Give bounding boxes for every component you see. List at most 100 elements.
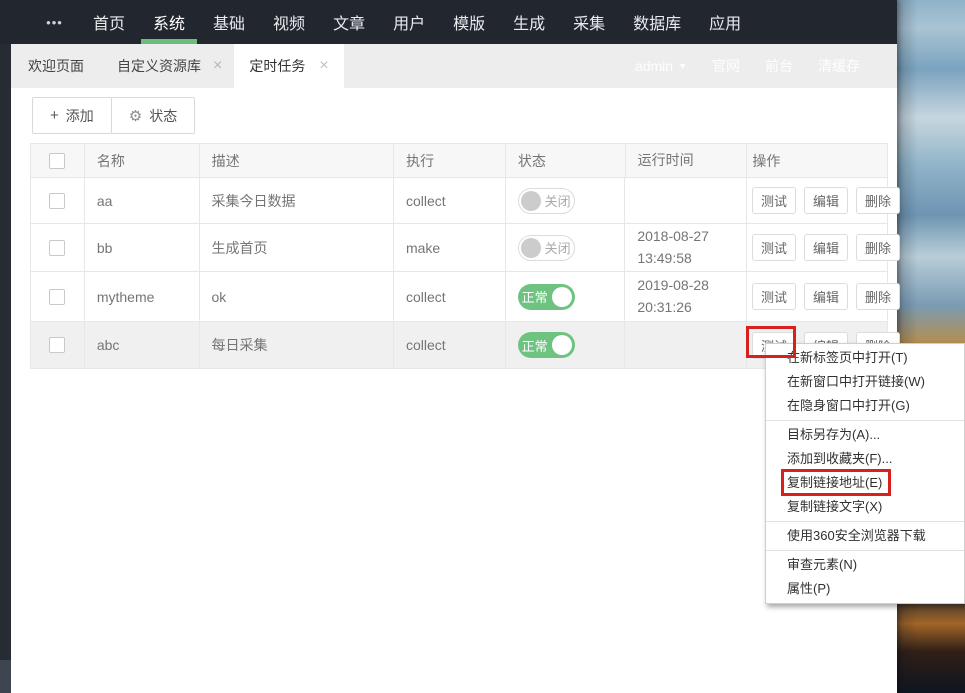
nav-item-user[interactable]: 用户 [379, 0, 439, 44]
menu-item-save-target-as[interactable]: 目标另存为(A)... [766, 423, 964, 447]
col-header-exec: 执行 [393, 144, 505, 177]
nav-item-home[interactable]: 首页 [79, 0, 139, 44]
tab-label: 定时任务 [249, 58, 306, 74]
task-runtime [624, 178, 746, 223]
menu-item-open-new-tab[interactable]: 在新标签页中打开(T) [766, 346, 964, 370]
task-exec: make [392, 224, 505, 271]
test-button[interactable]: 测试 [752, 283, 797, 310]
menu-item-open-incognito[interactable]: 在隐身窗口中打开(G) [766, 394, 964, 418]
menu-item-copy-link-address[interactable]: 复制链接地址(E) [766, 471, 964, 495]
task-runtime: 2018-08-27 13:49:58 [624, 224, 746, 271]
col-header-runtime: 运行时间 [624, 144, 747, 177]
tab-custom-resource-lib[interactable]: 自定义资源库 × [101, 44, 234, 88]
close-icon[interactable]: × [319, 58, 328, 74]
menu-separator [766, 420, 964, 421]
top-navbar: ••• 首页 系统 基础 视频 文章 用户 模版 生成 采集 数据库 应用 [0, 0, 897, 44]
toggle-label: 关闭 [544, 241, 571, 256]
tasks-table: 名称 描述 执行 状态 运行时间 操作 aa 采集今日数据 collect 关闭 [30, 143, 901, 369]
menu-item-copy-link-text[interactable]: 复制链接文字(X) [766, 495, 964, 519]
task-exec: collect [392, 272, 505, 321]
col-header-name: 名称 [83, 144, 199, 177]
task-runtime: 2019-08-28 20:31:26 [624, 272, 746, 321]
tab-label: 自定义资源库 [117, 58, 201, 74]
col-header-actions: 操作 [746, 144, 887, 177]
menu-item-inspect-element[interactable]: 审查元素(N) [766, 553, 964, 577]
task-desc: ok [198, 272, 393, 321]
toggle-knob [551, 286, 572, 307]
toggle-knob [551, 335, 572, 355]
menu-item-open-new-window[interactable]: 在新窗口中打开链接(W) [766, 370, 964, 394]
tab-welcome-page[interactable]: 欢迎页面 [11, 44, 101, 88]
task-exec: collect [392, 322, 505, 368]
browser-window: ••• 首页 系统 基础 视频 文章 用户 模版 生成 采集 数据库 应用 欢迎… [0, 0, 901, 693]
menu-separator [766, 521, 964, 522]
nav-more-button[interactable]: ••• [30, 0, 79, 44]
toggle-label: 正常 [521, 290, 548, 305]
col-header-status: 状态 [504, 144, 625, 177]
add-button[interactable]: + 添加 [32, 97, 112, 134]
nav-item-app[interactable]: 应用 [695, 0, 755, 44]
status-button-label: 状态 [149, 107, 178, 124]
plus-icon: + [50, 107, 59, 124]
tab-scheduled-tasks[interactable]: 定时任务 × [234, 44, 344, 88]
test-button[interactable]: 测试 [752, 187, 797, 214]
nav-item-system[interactable]: 系统 [139, 0, 199, 44]
nav-item-template[interactable]: 模版 [439, 0, 499, 44]
test-button[interactable]: 测试 [752, 234, 797, 261]
status-toggle-on[interactable]: 正常 [517, 332, 575, 358]
task-name: mytheme [83, 272, 199, 321]
edit-button[interactable]: 编辑 [804, 234, 849, 261]
task-name: aa [83, 178, 199, 223]
nav-item-article[interactable]: 文章 [319, 0, 379, 44]
collapsed-sidebar[interactable] [0, 44, 11, 693]
nav-item-video[interactable]: 视频 [259, 0, 319, 44]
menu-item-add-to-favorites[interactable]: 添加到收藏夹(F)... [766, 447, 964, 471]
link-front-site[interactable]: 前台 [765, 56, 793, 76]
link-official-site[interactable]: 官网 [712, 56, 740, 76]
gear-icon: ⚙ [128, 107, 143, 125]
username: admin [634, 58, 674, 74]
menu-item-download-with-360[interactable]: 使用360安全浏览器下载 [766, 524, 964, 548]
status-toggle-off[interactable]: 关闭 [517, 187, 575, 214]
nav-item-database[interactable]: 数据库 [619, 0, 695, 44]
edit-button[interactable]: 编辑 [804, 283, 849, 310]
add-button-label: 添加 [65, 107, 94, 124]
task-desc: 每日采集 [198, 322, 393, 368]
delete-button[interactable]: 删除 [856, 234, 901, 261]
toggle-label: 关闭 [544, 194, 571, 209]
status-button[interactable]: ⚙ 状态 [110, 97, 196, 134]
task-desc: 生成首页 [198, 224, 393, 271]
nav-item-collect[interactable]: 采集 [559, 0, 619, 44]
sidebar-collapse-handle[interactable] [0, 660, 11, 693]
toggle-label: 正常 [521, 338, 548, 354]
delete-button[interactable]: 删除 [856, 187, 901, 214]
status-toggle-on[interactable]: 正常 [517, 283, 575, 310]
status-toggle-off[interactable]: 关闭 [517, 234, 575, 261]
close-icon[interactable]: × [213, 58, 222, 74]
row-checkbox[interactable] [49, 192, 66, 209]
table-row: abc 每日采集 collect 正常 测试 编辑 删除 [31, 321, 901, 368]
link-clear-cache[interactable]: 清缓存 [818, 56, 860, 76]
row-checkbox[interactable] [49, 288, 66, 305]
table-header-row: 名称 描述 执行 状态 运行时间 操作 [31, 144, 887, 177]
menu-item-properties[interactable]: 属性(P) [766, 577, 964, 601]
context-menu: 在新标签页中打开(T) 在新窗口中打开链接(W) 在隐身窗口中打开(G) 目标另… [765, 343, 965, 604]
tab-label: 欢迎页面 [28, 58, 84, 74]
user-menu[interactable]: admin ▼ [635, 58, 687, 74]
edit-button[interactable]: 编辑 [804, 187, 849, 214]
task-desc: 采集今日数据 [198, 178, 393, 223]
task-runtime [624, 322, 746, 368]
toggle-knob [520, 237, 541, 258]
nav-item-basic[interactable]: 基础 [199, 0, 259, 44]
table-row: aa 采集今日数据 collect 关闭 测试 编辑 删除 [31, 177, 901, 223]
row-checkbox[interactable] [49, 239, 66, 256]
nav-item-generate[interactable]: 生成 [499, 0, 559, 44]
task-name: bb [83, 224, 199, 271]
col-header-desc: 描述 [198, 144, 394, 177]
select-all-checkbox[interactable] [49, 152, 66, 169]
row-checkbox[interactable] [49, 337, 66, 353]
tab-bar: 欢迎页面 自定义资源库 × 定时任务 × admin ▼ 官网 前台 清缓存 [11, 44, 897, 88]
delete-button[interactable]: 删除 [856, 283, 901, 310]
table-row: bb 生成首页 make 关闭 2018-08-27 13:49:58 测试 编… [31, 223, 901, 271]
menu-separator [766, 550, 964, 551]
